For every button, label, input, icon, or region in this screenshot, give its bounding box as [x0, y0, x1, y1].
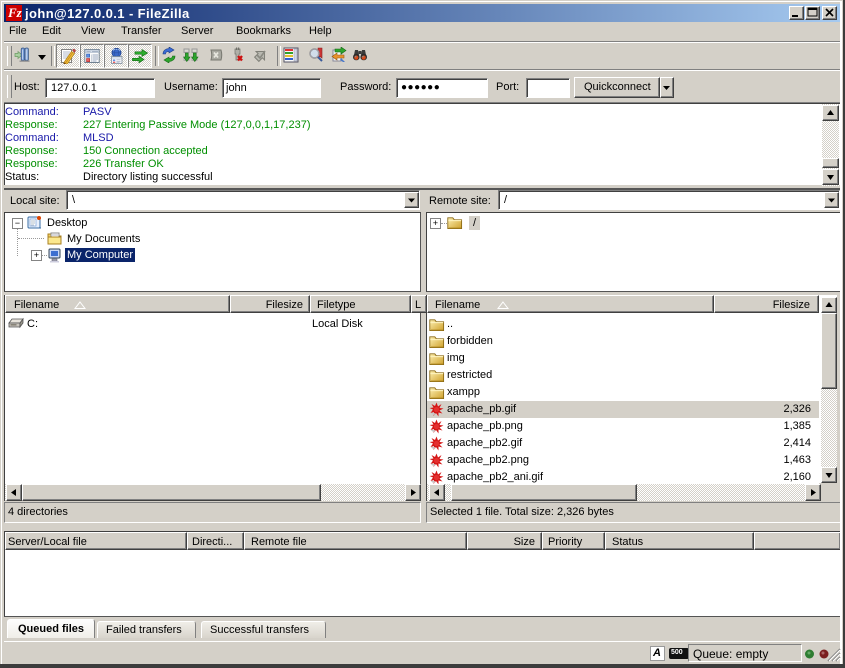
- svg-text:Fz: Fz: [7, 5, 22, 20]
